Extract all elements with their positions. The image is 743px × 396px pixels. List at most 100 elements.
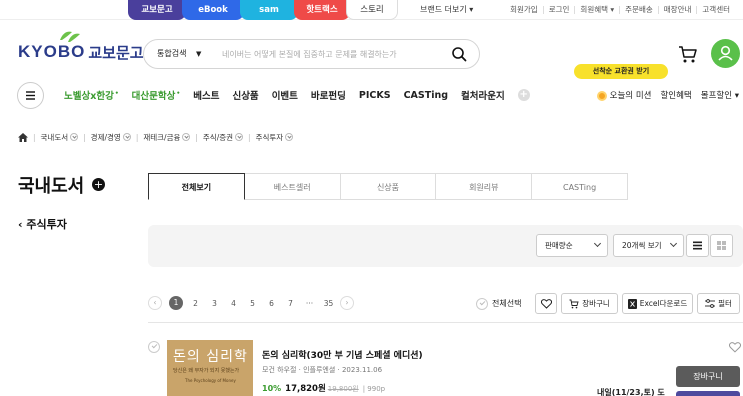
page-number-last[interactable]: 35 <box>319 299 338 308</box>
tab-all[interactable]: 전체보기 <box>148 173 245 200</box>
brand-more-link[interactable]: 브랜드 더보기 ▾ <box>420 0 473 20</box>
select-all-toggle[interactable]: 전체선택 <box>476 297 521 310</box>
member-benefits-link[interactable]: 회원혜택 ▾ <box>574 6 619 14</box>
nav-item-culture[interactable]: 컬처라운지 <box>461 88 505 102</box>
wishlist-button[interactable] <box>535 293 557 314</box>
nav-item-daesan[interactable]: 대산문학상• <box>132 88 181 102</box>
breadcrumb-item[interactable]: 재테크/금융 <box>143 132 191 143</box>
user-profile-button[interactable] <box>711 39 740 68</box>
product-price: 10% 17,820원 19,800원 | 990p <box>262 382 385 394</box>
page-number-current[interactable]: 1 <box>169 296 183 310</box>
breadcrumb-separator: | <box>33 132 36 142</box>
signup-link[interactable]: 회원가입 <box>505 6 543 14</box>
delivery-estimate: 내일(11/23,토) 도 <box>597 388 665 396</box>
breadcrumb-separator: | <box>83 132 86 142</box>
product-title[interactable]: 돈의 심리학(30만 부 기념 스페셜 에디션) <box>262 348 423 361</box>
category-expand-button[interactable]: + <box>92 178 105 191</box>
discount-benefits-link[interactable]: 할인혜택 <box>660 89 691 101</box>
breadcrumb-item[interactable]: 주식/증권 <box>203 132 244 143</box>
add-to-cart-label: 장바구니 <box>582 299 610 308</box>
home-icon[interactable] <box>18 132 28 142</box>
select-all-label: 전체선택 <box>492 299 522 308</box>
search-scope-label: 통합검색 <box>157 49 187 58</box>
excel-icon <box>627 298 637 309</box>
per-page-select[interactable]: 20개씩 보기 <box>613 234 684 257</box>
breadcrumb-separator: | <box>135 132 139 142</box>
grid-view-button[interactable] <box>710 234 733 257</box>
cart-icon[interactable] <box>678 44 698 64</box>
nav-item-event[interactable]: 이벤트 <box>272 88 298 102</box>
filter-panel: 판매량순 20개씩 보기 <box>148 225 743 267</box>
page-number[interactable]: 2 <box>186 299 205 308</box>
promo-coupon-badge[interactable]: 선착순 교환권 받기 <box>574 64 668 79</box>
tab-reviews[interactable]: 회원리뷰 <box>436 173 533 200</box>
breadcrumb-item[interactable]: 경제/경영 <box>91 132 131 143</box>
chevron-down-icon <box>182 133 191 141</box>
page-number[interactable]: 6 <box>262 299 281 308</box>
nav-item-picks[interactable]: PICKS <box>359 90 391 101</box>
excel-download-button[interactable]: Excel다운로드 <box>622 293 693 314</box>
login-link[interactable]: 로그인 <box>542 6 575 14</box>
main-nav: 노벨상x한강• 대산문학상• 베스트 신상품 이벤트 바로펀딩 PICKS CA… <box>64 87 530 103</box>
check-circle-icon <box>476 297 488 310</box>
product-buy-button[interactable] <box>676 391 740 396</box>
page-number[interactable]: 4 <box>224 299 243 308</box>
service-tab-ebook[interactable]: eBook <box>182 0 244 20</box>
nav-item-new[interactable]: 신상품 <box>232 88 258 102</box>
sidebar-category-link[interactable]: ‹ 주식투자 <box>18 216 67 232</box>
nav-item-funding[interactable]: 바로펀딩 <box>311 88 346 102</box>
sale-price: 17,820원 <box>285 384 326 394</box>
excel-download-label: Excel다운로드 <box>639 299 688 308</box>
search-scope-dropdown[interactable]: 통합검색 ▼ <box>157 40 201 68</box>
product-meta: 모건 하우절 · 인플루엔셜 · 2023.11.06 <box>262 366 383 374</box>
product-cover-image[interactable]: 돈의 심리학 당신은 왜 부자가 되지 못했는가 The Psychology … <box>167 340 253 396</box>
hamburger-icon <box>26 91 35 100</box>
order-delivery-link[interactable]: 주문배송 <box>619 6 658 14</box>
tab-new[interactable]: 신상품 <box>340 173 437 200</box>
product-checkbox[interactable] <box>148 341 164 353</box>
page-number[interactable]: 3 <box>205 299 224 308</box>
sort-select[interactable]: 판매량순 <box>536 234 608 257</box>
search-input[interactable] <box>222 46 442 62</box>
breadcrumb-separator: | <box>248 132 251 142</box>
breadcrumb-item[interactable]: 국내도서 <box>41 132 79 143</box>
search-icon[interactable] <box>451 46 467 62</box>
next-page-button[interactable]: › <box>340 296 354 310</box>
filter-button[interactable]: 필터 <box>697 293 740 314</box>
reward-points: | 990p <box>362 385 386 393</box>
service-tab-story[interactable]: 스토리 <box>346 0 398 20</box>
list-view-button[interactable] <box>686 234 709 257</box>
store-info-link[interactable]: 매장안내 <box>657 6 697 14</box>
product-cart-button[interactable]: 장바구니 <box>676 366 740 387</box>
check-circle-icon <box>148 341 160 353</box>
service-tab-kyobo[interactable]: 교보문고 <box>128 0 186 20</box>
discount-rate: 10% <box>262 384 282 393</box>
nav-item-best[interactable]: 베스트 <box>193 88 219 102</box>
tab-casting[interactable]: CASTing <box>532 173 628 200</box>
breadcrumb: | 국내도서 | 경제/경영 | 재테크/금융 | 주식/증권 | 주식투자 <box>18 131 294 143</box>
list-view-icon <box>693 241 702 250</box>
heart-icon[interactable] <box>729 342 741 353</box>
page-number[interactable]: 5 <box>243 299 262 308</box>
service-tab-hottracks[interactable]: 핫트랙스 <box>294 0 350 20</box>
prev-page-button[interactable]: ‹ <box>148 296 162 310</box>
site-logo[interactable]: KYOBO 교보문고 <box>18 31 144 64</box>
customer-center-link[interactable]: 고객센터 <box>696 6 735 14</box>
page-number[interactable]: 7 <box>281 299 300 308</box>
nav-item-label: 노벨상x한강 <box>64 91 114 102</box>
breadcrumb-label: 재테크/금융 <box>143 132 181 142</box>
mall-discount-link[interactable]: 몰프할인 ▾ <box>701 89 739 101</box>
cart-icon <box>569 299 579 308</box>
chevron-down-icon <box>70 133 79 141</box>
breadcrumb-item[interactable]: 주식투자 <box>256 132 294 143</box>
nav-more-button[interactable]: + <box>517 89 530 101</box>
tab-bestseller[interactable]: 베스트셀러 <box>244 173 341 200</box>
service-tab-sam[interactable]: sam <box>240 0 298 20</box>
pagination: ‹ 1 2 3 4 5 6 7 ··· 35 › <box>148 296 354 310</box>
nav-item-nobel[interactable]: 노벨상x한강• <box>64 88 119 102</box>
menu-button[interactable] <box>17 82 44 109</box>
today-mission-link[interactable]: 오늘의 미션 <box>596 89 651 101</box>
add-to-cart-button[interactable]: 장바구니 <box>561 293 618 314</box>
nav-item-casting[interactable]: CASTing <box>404 90 448 101</box>
utility-links: 회원가입 로그인 회원혜택 ▾ 주문배송 매장안내 고객센터 <box>505 0 735 20</box>
